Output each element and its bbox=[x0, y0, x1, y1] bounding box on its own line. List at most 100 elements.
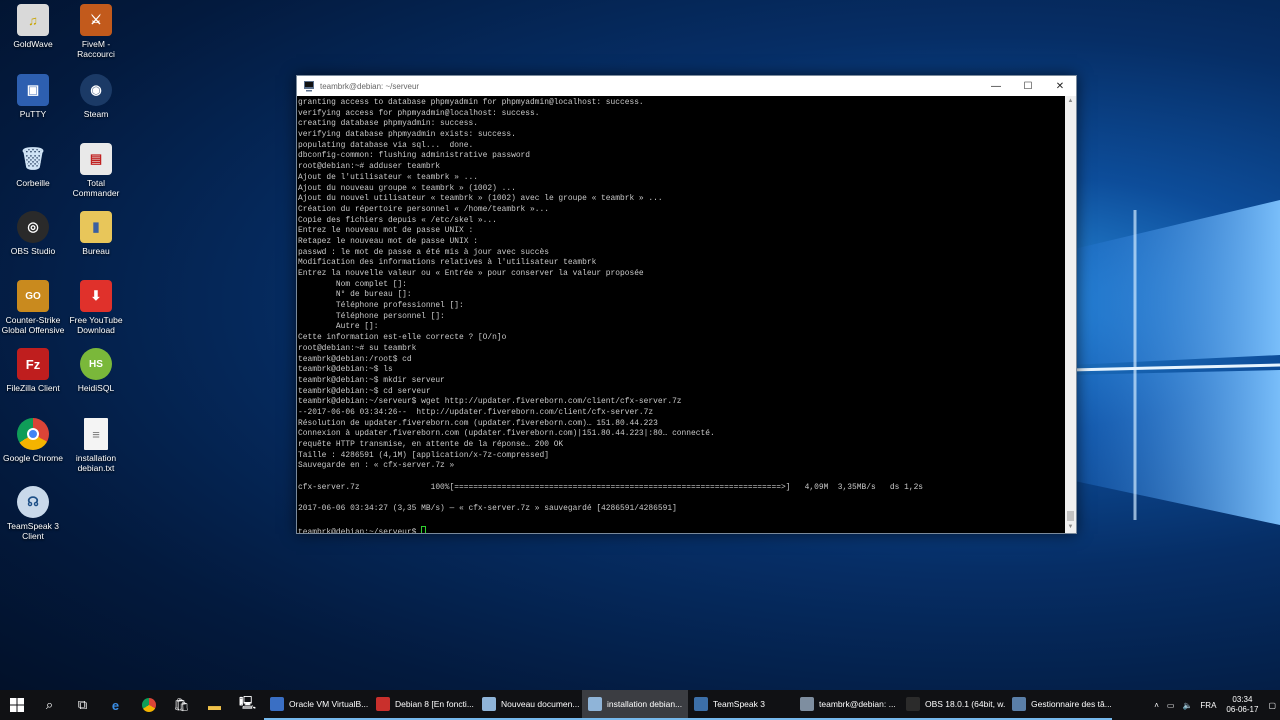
system-tray: ˄ ▭ 🔈 FRA 03:34 06-06-17 ▢ bbox=[1150, 690, 1280, 720]
csgo-shortcut[interactable]: GO Counter-Strike Global Offensive bbox=[0, 280, 66, 335]
terminal-line: Copie des fichiers depuis « /etc/skel ».… bbox=[298, 215, 497, 225]
taskbar-app-label: Gestionnaire des tâ... bbox=[1031, 699, 1112, 709]
terminal-line: teambrk@debian:~$ cd serveur bbox=[298, 386, 431, 396]
start-button[interactable] bbox=[0, 690, 33, 720]
heidisql-shortcut[interactable]: HS HeidiSQL bbox=[63, 348, 129, 393]
task-view-icon[interactable]: ⧉ bbox=[66, 690, 99, 720]
terminal-line: granting access to database phpmyadmin f… bbox=[298, 98, 644, 107]
taskbar-app-label: Oracle VM VirtualB... bbox=[289, 699, 369, 709]
taskbar-app-label: installation debian... bbox=[607, 699, 683, 709]
terminal-line: verifying database phpmyadmin exists: su… bbox=[298, 130, 516, 140]
google-chrome-shortcut[interactable]: Google Chrome bbox=[0, 418, 66, 463]
terminal-line: 2017-06-06 03:34:27 (3,35 MB/s) — « cfx-… bbox=[298, 504, 677, 514]
minimize-button[interactable]: — bbox=[980, 76, 1012, 96]
terminal-line: Ajout de l'utilisateur « teambrk » ... bbox=[298, 172, 478, 182]
notifications-icon[interactable]: ▢ bbox=[1268, 701, 1276, 710]
terminal-scrollbar[interactable]: ▲ ▼ bbox=[1065, 96, 1076, 533]
terminal-line: verifying access for phpmyadmin@localhos… bbox=[298, 108, 540, 118]
search-icon[interactable]: ⌕ bbox=[33, 690, 66, 720]
taskbar-open-apps: Oracle VM VirtualB... Debian 8 [En foncti… bbox=[264, 690, 1112, 720]
scroll-thumb[interactable] bbox=[1067, 511, 1074, 521]
terminal-line: passwd : le mot de passe a été mis à jou… bbox=[298, 247, 549, 257]
free-youtube-download-shortcut[interactable]: ⬇ Free YouTube Download bbox=[63, 280, 129, 335]
taskbar-app-button[interactable]: installation debian... bbox=[582, 690, 688, 720]
language-indicator[interactable]: FRA bbox=[1200, 701, 1216, 710]
total-commander-icon: ▤ bbox=[80, 143, 112, 175]
taskbar-app-button[interactable]: Nouveau documen... bbox=[476, 690, 582, 720]
teamspeak-shortcut[interactable]: ☊ TeamSpeak 3 Client bbox=[0, 486, 66, 541]
volume-icon[interactable]: 🔈 bbox=[1182, 701, 1192, 710]
obs-studio-shortcut[interactable]: ◎ OBS Studio bbox=[0, 211, 66, 256]
terminal-line: cfx-server.7z 100%[=====================… bbox=[298, 482, 924, 492]
steam-icon: ◉ bbox=[80, 74, 112, 106]
steam-shortcut[interactable]: ◉ Steam bbox=[63, 74, 129, 119]
terminal-window[interactable]: teambrk@debian: ~/serveur — ☐ ✕ granting… bbox=[296, 75, 1077, 534]
close-button[interactable]: ✕ bbox=[1044, 76, 1076, 96]
fivem-shortcut[interactable]: ⚔ FiveM - Raccourci bbox=[63, 4, 129, 59]
installation-debian-txt[interactable]: ≡ installation debian.txt bbox=[63, 418, 129, 473]
terminal-line: Ajout du nouveau groupe « teambrk » (100… bbox=[298, 183, 516, 193]
taskbar-app-label: OBS 18.0.1 (64bit, w... bbox=[925, 699, 1006, 709]
putty-shortcut[interactable]: ▣ PuTTY bbox=[0, 74, 66, 119]
taskbar-app-button[interactable]: TeamSpeak 3 bbox=[688, 690, 794, 720]
edge-icon[interactable]: e bbox=[99, 690, 132, 720]
terminal-line: Retapez le nouveau mot de passe UNIX : bbox=[298, 236, 478, 246]
terminal-line: --2017-06-06 03:34:26-- http://updater.f… bbox=[298, 407, 654, 417]
windows-logo-wallpaper bbox=[1070, 200, 1280, 525]
maximize-button[interactable]: ☐ bbox=[1012, 76, 1044, 96]
store-icon[interactable]: 🛍 bbox=[165, 690, 198, 720]
terminal-line: teambrk@debian:/root$ cd bbox=[298, 354, 412, 364]
tray-chevron-icon[interactable]: ˄ bbox=[1154, 701, 1159, 710]
taskbar-app-label: teambrk@debian: ... bbox=[819, 699, 896, 709]
terminal-line: Nom complet []: bbox=[298, 279, 407, 289]
window-titlebar[interactable]: teambrk@debian: ~/serveur — ☐ ✕ bbox=[297, 76, 1076, 96]
download-icon: ⬇ bbox=[80, 280, 112, 312]
scroll-down-icon[interactable]: ▼ bbox=[1065, 522, 1076, 533]
terminal-line: dbconfig-common: flushing administrative… bbox=[298, 151, 531, 161]
folder-icon: ▮ bbox=[80, 211, 112, 243]
scroll-up-icon[interactable]: ▲ bbox=[1065, 96, 1076, 107]
chrome-icon bbox=[17, 418, 49, 450]
filezilla-shortcut[interactable]: Fz FileZilla Client bbox=[0, 348, 66, 393]
recycle-bin-shortcut[interactable]: 🗑 Corbeille bbox=[0, 143, 66, 188]
pinned-app-icon[interactable]: 🖳 bbox=[231, 690, 264, 720]
text-file-icon: ≡ bbox=[84, 418, 108, 450]
obs-icon: ◎ bbox=[17, 211, 49, 243]
terminal-cursor bbox=[421, 525, 427, 533]
terminal-output[interactable]: granting access to database phpmyadmin f… bbox=[297, 96, 1065, 533]
taskbar-app-button[interactable]: Debian 8 [En foncti... bbox=[370, 690, 476, 720]
taskbar-app-button[interactable]: OBS 18.0.1 (64bit, w... bbox=[900, 690, 1006, 720]
terminal-line: Téléphone personnel []: bbox=[298, 311, 445, 321]
terminal-line: Connexion à updater.fivereborn.com (upda… bbox=[298, 429, 715, 439]
taskbar-app-button[interactable]: teambrk@debian: ... bbox=[794, 690, 900, 720]
network-icon[interactable]: ▭ bbox=[1167, 701, 1175, 710]
teamspeak-icon: ☊ bbox=[17, 486, 49, 518]
terminal-line: root@debian:~# su teambrk bbox=[298, 343, 417, 353]
app-icon bbox=[906, 697, 920, 711]
terminal-line: Téléphone professionnel []: bbox=[298, 301, 464, 311]
taskbar-app-button[interactable]: Oracle VM VirtualB... bbox=[264, 690, 370, 720]
terminal-line: Cette information est-elle correcte ? [O… bbox=[298, 333, 507, 343]
recycle-bin-icon: 🗑 bbox=[19, 146, 47, 171]
bureau-shortcut[interactable]: ▮ Bureau bbox=[63, 211, 129, 256]
desktop-icons: ♫ GoldWave ⚔ FiveM - Raccourci ▣ PuTTY ◉ Ste… bbox=[0, 0, 140, 690]
csgo-icon: GO bbox=[17, 280, 49, 312]
windows-start-icon bbox=[9, 698, 24, 712]
file-explorer-icon[interactable]: ▬ bbox=[198, 690, 231, 720]
terminal-line: Entrez la nouvelle valeur ou « Entrée » … bbox=[298, 269, 644, 278]
terminal-prompt-line[interactable]: teambrk@debian:~/serveur$ bbox=[298, 525, 1065, 534]
taskbar-app-button[interactable]: Gestionnaire des tâ... bbox=[1006, 690, 1112, 720]
terminal-line: Résolution de updater.fivereborn.com (up… bbox=[298, 418, 658, 428]
terminal-line: requête HTTP transmise, en attente de la… bbox=[298, 440, 564, 449]
terminal-prompt: teambrk@debian:~/serveur$ bbox=[298, 527, 422, 534]
app-icon bbox=[694, 697, 708, 711]
terminal-line: root@debian:~# adduser teambrk bbox=[298, 162, 441, 172]
terminal-line: Modification des informations relatives … bbox=[298, 258, 597, 268]
total-commander-shortcut[interactable]: ▤ Total Commander bbox=[63, 143, 129, 198]
chrome-taskbar-icon[interactable] bbox=[132, 690, 165, 720]
terminal-line: Sauvegarde en : « cfx-server.7z » bbox=[298, 461, 455, 471]
clock[interactable]: 03:34 06-06-17 bbox=[1226, 695, 1258, 715]
goldwave-shortcut[interactable]: ♫ GoldWave bbox=[0, 4, 66, 49]
app-icon bbox=[270, 697, 284, 711]
